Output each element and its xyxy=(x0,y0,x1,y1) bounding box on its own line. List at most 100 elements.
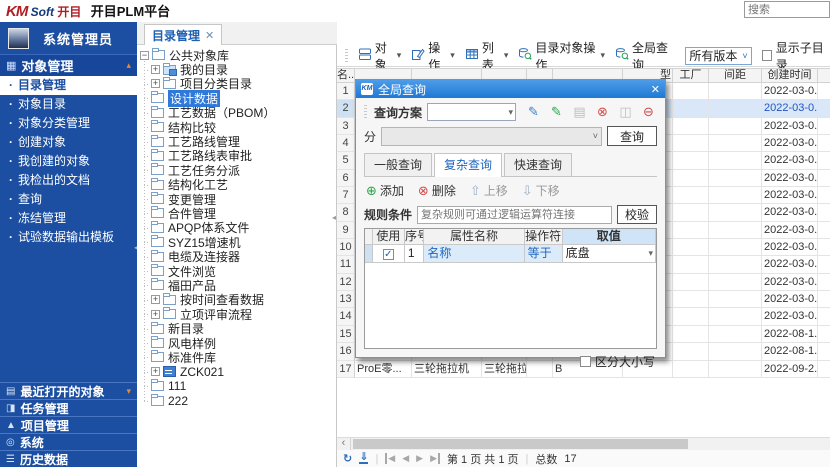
dialog-tab-3[interactable]: 快速查询 xyxy=(504,153,572,176)
expand-icon[interactable]: + xyxy=(151,295,160,304)
dialog-tab-1[interactable]: 一般查询 xyxy=(364,153,432,176)
collapse-arrow-icon[interactable]: ▴ xyxy=(126,60,131,71)
refresh-icon[interactable]: ↻ xyxy=(343,452,352,465)
column-header[interactable]: 创建时间 xyxy=(762,69,818,82)
scrollbar-thumb[interactable] xyxy=(353,439,688,449)
tree-item[interactable]: 标准件库 xyxy=(137,350,336,364)
query-button[interactable]: 查询 xyxy=(607,126,657,146)
use-checkbox[interactable]: ✓ xyxy=(383,249,394,260)
添加-button[interactable]: ⊕添加 xyxy=(366,182,404,199)
下移-button[interactable]: ⇩下移 xyxy=(522,182,560,199)
row-selector-cell[interactable] xyxy=(365,245,373,263)
column-header[interactable]: 间距 xyxy=(709,69,762,82)
sidebar-item-label: 创建对象 xyxy=(18,135,66,149)
sidebar-section-5[interactable]: ☰历史数据 xyxy=(0,450,137,467)
caret-down-icon[interactable]: ▾ xyxy=(504,50,509,61)
sidebar-item-5[interactable]: 我创建的对象 xyxy=(0,152,137,171)
rule-grid-row[interactable]: ✓1名称等于底盘▾ xyxy=(365,245,656,263)
sidebar-section-4[interactable]: ◎系统 xyxy=(0,433,137,450)
table-cell xyxy=(709,361,762,378)
case-sensitive-option[interactable]: 区分大小写 xyxy=(356,353,655,370)
toolbar-button-edit[interactable]: 操作▾ xyxy=(407,46,459,66)
expand-icon[interactable]: + xyxy=(151,65,160,74)
tree-item[interactable]: +立项评审流程 xyxy=(137,307,336,321)
删除-button[interactable]: ⊗删除 xyxy=(418,182,456,199)
version-select[interactable]: 所有版本 ˅ xyxy=(685,47,751,65)
tree-item[interactable]: 工艺数据（PBOM） xyxy=(137,106,336,120)
scroll-left-icon[interactable]: ‹ xyxy=(337,438,351,450)
first-page-icon[interactable]: ◀ xyxy=(385,453,395,464)
system-icon: ◎ xyxy=(6,437,15,448)
expand-icon[interactable]: + xyxy=(151,310,160,319)
expand-icon[interactable]: + xyxy=(151,79,160,88)
dialog-title-bar[interactable]: KM 全局查询 ✕ xyxy=(356,80,665,98)
operator-cell[interactable]: 等于 xyxy=(525,245,563,263)
caret-down-icon[interactable]: ▾ xyxy=(397,50,402,61)
sidebar-item-2[interactable]: 对象目录 xyxy=(0,95,137,114)
tree-item[interactable]: 工艺任务分派 xyxy=(137,163,336,177)
class-select[interactable]: ˅ xyxy=(381,127,602,146)
horizontal-scrollbar[interactable]: ‹ xyxy=(337,437,830,450)
tree-item[interactable]: −公共对象库 xyxy=(137,48,336,62)
sidebar-section-object-management[interactable]: ▦ 对象管理 ▴ xyxy=(0,54,137,76)
tree-item[interactable]: 新目录 xyxy=(137,321,336,335)
global-query-button[interactable]: 全局查询 xyxy=(611,46,677,66)
tree-item[interactable]: 风电样例 xyxy=(137,336,336,350)
collapse-arrow-icon[interactable]: ▾ xyxy=(126,386,131,397)
toolbar-button-list[interactable]: 列表▾ xyxy=(461,46,513,66)
column-header[interactable]: 名.. xyxy=(337,69,355,82)
sidebar-item-6[interactable]: 我检出的文档 xyxy=(0,171,137,190)
prev-page-icon[interactable]: ◀ xyxy=(402,453,409,464)
tree-item[interactable]: 文件浏览 xyxy=(137,264,336,278)
tree-item[interactable]: +项目分类目录 xyxy=(137,77,336,91)
tree-collapse-handle[interactable]: ◂ xyxy=(332,213,336,222)
tree-item[interactable]: +ZCK021 xyxy=(137,365,336,379)
subdir-checkbox[interactable] xyxy=(762,50,772,61)
sidebar-item-8[interactable]: 冻结管理 xyxy=(0,209,137,228)
sidebar-item-3[interactable]: 对象分类管理 xyxy=(0,114,137,133)
value-cell[interactable]: 底盘▾ xyxy=(563,245,656,263)
dialog-close-icon[interactable]: ✕ xyxy=(651,83,660,96)
chevron-down-icon[interactable]: ▾ xyxy=(648,245,653,262)
snapshot-icon[interactable]: ◫ xyxy=(617,104,634,120)
toolbar-button-dirop[interactable]: 目录对象操作▾ xyxy=(514,46,609,66)
export-icon[interactable]: ⇓ xyxy=(359,453,368,464)
column-header[interactable]: 工厂 xyxy=(673,69,709,82)
query-plan-select[interactable]: ▾ xyxy=(427,103,516,121)
sidebar-item-9[interactable]: 试验数据输出模板 xyxy=(0,228,137,247)
tree-item[interactable]: 结构化工艺 xyxy=(137,178,336,192)
sidebar-item-1[interactable]: 目录管理 xyxy=(0,76,137,95)
delete-plan-icon[interactable]: ⊗ xyxy=(594,104,611,120)
add-plan-icon[interactable]: ✎ xyxy=(548,104,565,120)
sidebar-section-3[interactable]: ▲项目管理 xyxy=(0,416,137,433)
tab-close-icon[interactable]: ✕ xyxy=(205,29,214,42)
edit-plan-icon[interactable]: ✎ xyxy=(525,104,542,120)
tree-item[interactable]: 222 xyxy=(137,393,336,407)
expand-icon[interactable]: + xyxy=(151,367,160,376)
上移-button[interactable]: ⇧上移 xyxy=(470,182,508,199)
rule-condition-input[interactable] xyxy=(417,206,612,224)
remove-plan-icon[interactable]: ⊖ xyxy=(640,104,657,120)
attribute-name-cell[interactable]: 名称 xyxy=(424,245,524,263)
sidebar-section-1[interactable]: ▤最近打开的对象▾ xyxy=(0,382,137,399)
tab-directory-management[interactable]: 目录管理 ✕ xyxy=(144,24,222,45)
paste-plan-icon[interactable]: ▤ xyxy=(571,104,588,120)
tree-item[interactable]: 111 xyxy=(137,379,336,393)
caret-down-icon[interactable]: ▾ xyxy=(600,50,605,61)
sidebar-section-2[interactable]: ◨任务管理 xyxy=(0,399,137,416)
caret-down-icon[interactable]: ▾ xyxy=(450,50,455,61)
tree-item[interactable]: 电缆及连接器 xyxy=(137,249,336,263)
sidebar-item-7[interactable]: 查询 xyxy=(0,190,137,209)
toolbar-button-object[interactable]: 对象▾ xyxy=(354,46,406,66)
validate-button[interactable]: 校验 xyxy=(617,205,657,224)
last-page-icon[interactable]: ▶ xyxy=(430,453,440,464)
collapse-icon[interactable]: − xyxy=(140,51,149,60)
sidebar-item-4[interactable]: 创建对象 xyxy=(0,133,137,152)
search-input[interactable] xyxy=(744,1,830,18)
tree-item[interactable]: 变更管理 xyxy=(137,192,336,206)
next-page-icon[interactable]: ▶ xyxy=(416,453,423,464)
column-header[interactable] xyxy=(818,69,830,82)
dialog-tab-2[interactable]: 复杂查询 xyxy=(434,153,502,177)
case-sensitive-checkbox[interactable] xyxy=(580,356,591,367)
toolbar-grip-handle[interactable] xyxy=(345,49,348,63)
